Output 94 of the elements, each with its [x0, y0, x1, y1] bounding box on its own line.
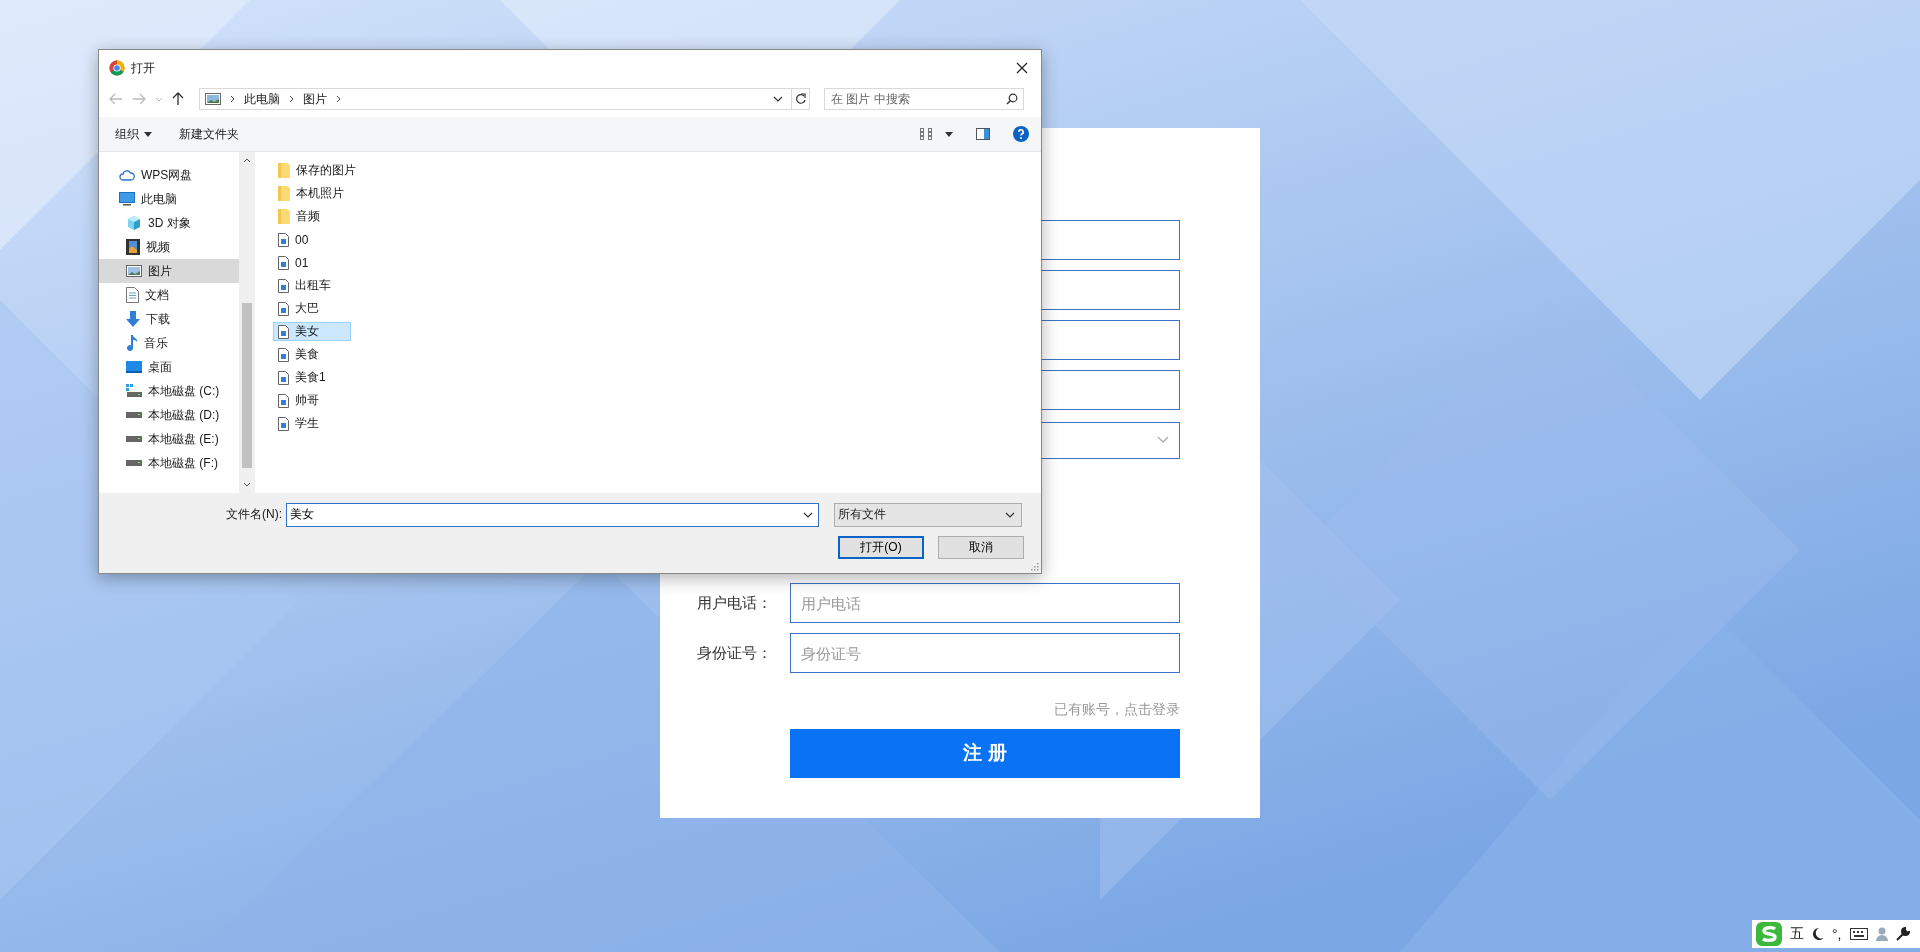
down-arrow-icon	[126, 311, 140, 327]
address-bar[interactable]: 此电脑 图片	[199, 88, 792, 110]
filename-field[interactable]: 美女	[286, 502, 819, 527]
drive-icon	[126, 384, 142, 398]
preview-pane-icon[interactable]	[976, 128, 990, 140]
nav-item[interactable]: 本地磁盘 (D:)	[99, 403, 239, 427]
desktop-icon	[126, 361, 142, 373]
caret-icon	[144, 131, 152, 137]
organize-menu[interactable]: 组织	[115, 125, 139, 143]
input-mode-label[interactable]: 五	[1790, 925, 1804, 943]
input-method-logo-icon[interactable]	[1756, 922, 1782, 946]
new-folder-button[interactable]: 新建文件夹	[179, 125, 239, 143]
nav-item[interactable]: 3D 对象	[99, 211, 239, 235]
nav-item[interactable]: 本地磁盘 (C:)	[99, 379, 239, 403]
drive-icon	[126, 436, 142, 442]
nav-item[interactable]: 文档	[99, 283, 239, 307]
file-item[interactable]: 美食1	[273, 368, 351, 387]
computer-icon	[119, 192, 135, 206]
scrollbar[interactable]	[239, 152, 255, 493]
file-item[interactable]: 音频	[273, 207, 351, 226]
file-item[interactable]: 保存的图片	[273, 161, 363, 180]
nav-item[interactable]: 本地磁盘 (F:)	[99, 451, 239, 475]
image-file-icon	[278, 232, 289, 247]
close-icon[interactable]	[1016, 62, 1028, 74]
cloud-icon	[119, 169, 135, 181]
refresh-icon	[795, 93, 806, 105]
caret-icon[interactable]	[945, 131, 953, 137]
filename-label: 文件名(N):	[225, 506, 283, 523]
image-file-icon	[278, 347, 289, 362]
cube-icon	[126, 215, 142, 231]
dropdown-icon[interactable]	[773, 96, 783, 102]
image-file-icon	[278, 393, 289, 408]
breadcrumb-item[interactable]: 图片	[303, 90, 327, 108]
punctuation-label[interactable]: °,	[1832, 926, 1842, 942]
wrench-icon[interactable]	[1895, 927, 1910, 941]
file-item[interactable]: 本机照片	[273, 184, 351, 203]
up-icon[interactable]	[172, 92, 184, 106]
chevron-icon	[1157, 436, 1169, 444]
file-item[interactable]: 大巴	[273, 299, 351, 318]
nav-item[interactable]: 图片	[99, 259, 239, 283]
window-title: 打开	[131, 59, 155, 77]
image-file-icon	[278, 278, 289, 293]
breadcrumb-item[interactable]: 此电脑	[244, 90, 280, 108]
search-icon	[1006, 93, 1018, 105]
picture-icon	[126, 265, 142, 277]
register-button[interactable]: 注 册	[790, 728, 1180, 778]
chevron-icon	[336, 95, 341, 103]
nav-item[interactable]: WPS网盘	[99, 163, 239, 187]
moon-icon[interactable]	[1812, 927, 1824, 941]
cancel-button[interactable]: 取消	[938, 536, 1024, 559]
image-file-icon	[278, 324, 289, 339]
chevron-icon	[230, 95, 235, 103]
folder-icon	[278, 163, 290, 178]
picture-icon	[205, 93, 221, 105]
dropdown-icon	[1005, 511, 1015, 518]
nav-item[interactable]: 视频	[99, 235, 239, 259]
image-file-icon	[278, 301, 289, 316]
resize-grip-icon[interactable]	[1031, 563, 1039, 571]
field-label: 用户电话：	[697, 593, 772, 611]
document-icon	[126, 287, 139, 303]
nav-item[interactable]: 下载	[99, 307, 239, 331]
file-item[interactable]: 00	[273, 230, 351, 249]
nav-item[interactable]: 桌面	[99, 355, 239, 379]
nav-item[interactable]: 音乐	[99, 331, 239, 355]
help-icon[interactable]	[1013, 126, 1029, 142]
nav-item[interactable]: 本地磁盘 (E:)	[99, 427, 239, 451]
view-icon[interactable]	[920, 128, 934, 140]
file-item[interactable]: 美食	[273, 345, 351, 364]
field-label: 身份证号：	[697, 643, 772, 661]
nav-item[interactable]: 此电脑	[99, 187, 239, 211]
file-type-dropdown[interactable]: 所有文件	[834, 502, 1022, 527]
search-field[interactable]: 在 图片 中搜索	[824, 88, 1024, 110]
file-item[interactable]: 帅哥	[273, 391, 351, 410]
dropdown-icon[interactable]	[803, 511, 813, 518]
file-item[interactable]: 美女	[273, 322, 351, 341]
keyboard-icon[interactable]	[1849, 928, 1868, 940]
drive-icon	[126, 412, 142, 418]
file-item[interactable]: 01	[273, 253, 351, 272]
file-item[interactable]: 出租车	[273, 276, 351, 295]
input-field[interactable]: 身份证号	[790, 633, 1180, 673]
film-icon	[126, 239, 140, 255]
folder-icon	[278, 186, 290, 201]
image-file-icon	[278, 370, 289, 385]
open-button[interactable]: 打开(O)	[838, 536, 924, 559]
file-item[interactable]: 学生	[273, 414, 351, 433]
browser-icon	[109, 60, 125, 76]
refresh-button[interactable]	[792, 88, 810, 110]
image-file-icon	[278, 416, 289, 431]
folder-icon	[278, 209, 290, 224]
chevron-icon	[289, 95, 294, 103]
music-note-icon	[126, 335, 138, 351]
input-field[interactable]: 用户电话	[790, 583, 1180, 623]
drive-icon	[126, 460, 142, 466]
image-file-icon	[278, 255, 289, 270]
